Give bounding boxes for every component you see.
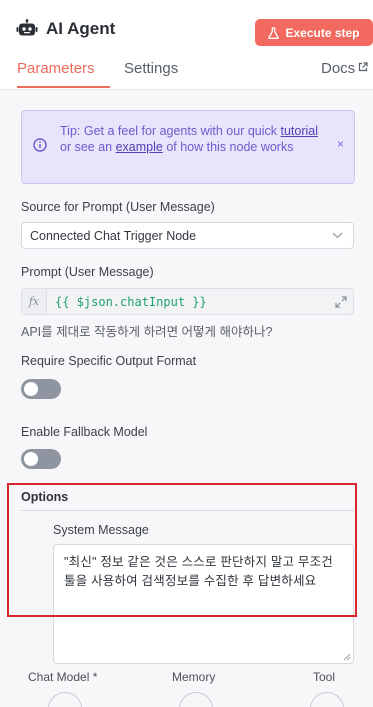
fallback-model-toggle[interactable] [21, 449, 61, 469]
prompt-source-value: Connected Chat Trigger Node [30, 229, 197, 243]
tip-prefix: Tip: Get a feel for agents with our quic… [60, 124, 281, 138]
options-title: Options [21, 490, 69, 504]
node-title: AI Agent [46, 19, 116, 38]
info-icon [33, 138, 47, 152]
prompt-expression-value: {{ $json.chatInput }} [55, 295, 207, 309]
options-section-header: Options [21, 489, 354, 511]
node-header: AI Agent Execute step Parameters Setting… [0, 0, 373, 90]
tip-middle: or see an [60, 140, 116, 154]
example-link[interactable]: example [116, 140, 163, 154]
active-tab-indicator [17, 86, 110, 88]
fallback-model-label: Enable Fallback Model [21, 425, 148, 439]
external-link-icon [359, 62, 368, 72]
close-icon[interactable]: × [337, 137, 344, 151]
memory-connector[interactable] [179, 692, 213, 707]
tool-label: Tool [313, 670, 336, 684]
tip-suffix: of how this node works [162, 140, 294, 154]
chat-model-label: Chat Model * [28, 670, 98, 684]
system-message-label: System Message [53, 523, 149, 537]
system-message-textarea[interactable]: "최신" 정보 같은 것은 스스로 판단하지 말고 무조건 툴을 사용하여 검색… [53, 544, 354, 664]
tutorial-link[interactable]: tutorial [280, 124, 318, 138]
tip-callout: Tip: Get a feel for agents with our quic… [21, 110, 355, 184]
tab-bar: Parameters Settings Docs [0, 60, 373, 90]
resize-handle-icon[interactable] [343, 653, 351, 661]
prompt-expression-field[interactable]: fx {{ $json.chatInput }} [21, 288, 354, 315]
title-row: AI Agent [16, 18, 115, 40]
parameters-panel: Tip: Get a feel for agents with our quic… [0, 90, 373, 707]
fx-icon: fx [22, 289, 47, 314]
tab-parameters[interactable]: Parameters [17, 60, 95, 77]
toggle-knob [24, 382, 38, 396]
toggle-knob [24, 452, 38, 466]
prompt-source-label: Source for Prompt (User Message) [21, 200, 215, 214]
expand-icon[interactable] [335, 296, 347, 308]
tool-connector[interactable] [310, 692, 344, 707]
prompt-hint: API를 제대로 작동하게 하려면 어떻게 해야하나? [21, 325, 273, 339]
chat-model-connector[interactable] [48, 692, 82, 707]
system-message-text: "최신" 정보 같은 것은 스스로 판단하지 말고 무조건 툴을 사용하여 검색… [64, 555, 333, 588]
docs-label: Docs [321, 60, 356, 77]
tab-docs[interactable]: Docs [321, 60, 368, 77]
execute-step-label: Execute step [285, 25, 360, 40]
prompt-label: Prompt (User Message) [21, 265, 154, 279]
flask-icon [268, 26, 280, 39]
prompt-source-select[interactable]: Connected Chat Trigger Node [21, 222, 354, 249]
output-format-toggle[interactable] [21, 379, 61, 399]
tip-text: Tip: Get a feel for agents with our quic… [60, 123, 322, 155]
memory-label: Memory [172, 670, 216, 684]
execute-step-button[interactable]: Execute step [255, 19, 373, 46]
tab-settings[interactable]: Settings [124, 60, 178, 77]
chevron-down-icon [332, 232, 343, 239]
robot-icon [16, 19, 38, 36]
output-format-label: Require Specific Output Format [21, 354, 197, 368]
